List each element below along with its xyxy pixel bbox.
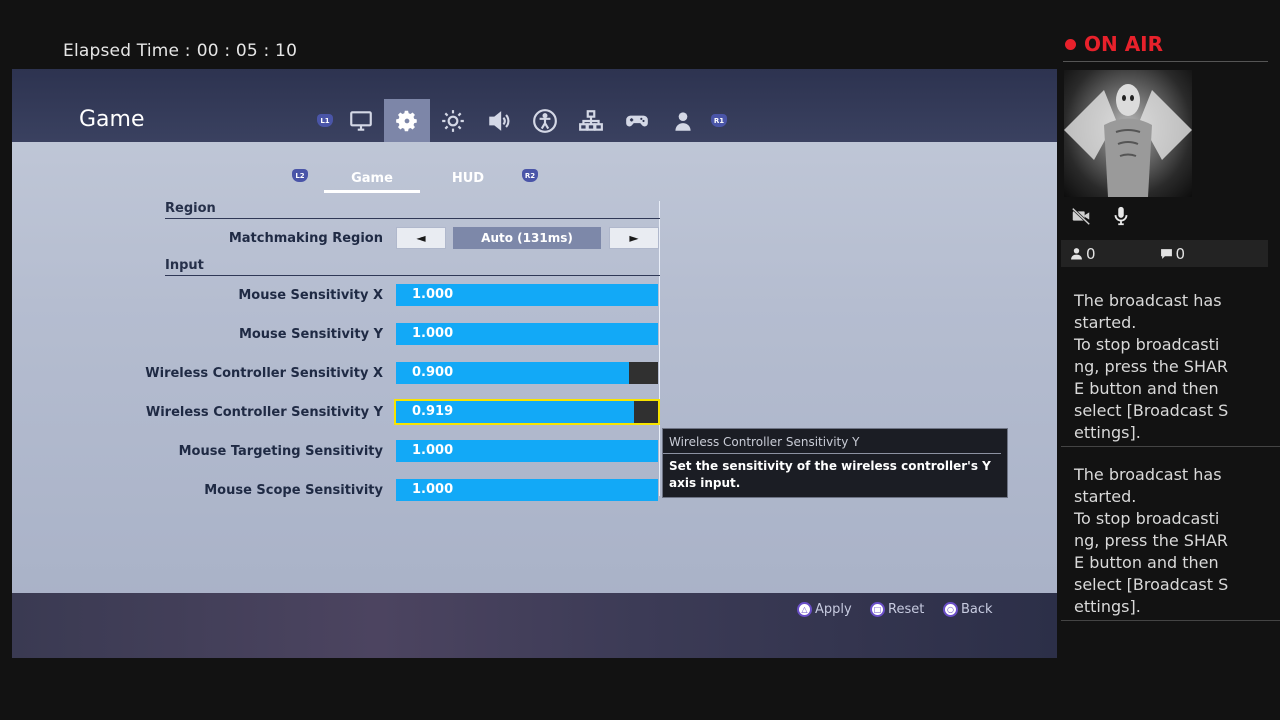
microphone-icon[interactable] <box>1110 205 1132 227</box>
account-icon <box>675 111 691 131</box>
shoulder-l1-hint[interactable]: L1 <box>312 99 338 142</box>
screen: Elapsed Time :00 : 05 : 10 Game L1 R1 L2… <box>0 0 1280 720</box>
controller-sensitivity-x-slider[interactable]: 0.900 <box>396 362 658 384</box>
game-settings-window: Game L1 R1 L2 Game HUD R2 Region Matchma… <box>12 69 1057 658</box>
viewer-count: 0 <box>1070 245 1096 263</box>
mouse-sensitivity-x-slider[interactable]: 1.000 <box>396 284 658 306</box>
triangle-button-icon: △ <box>797 602 812 617</box>
camera-off-icon[interactable] <box>1070 205 1092 227</box>
matchmaking-region-label: Matchmaking Region <box>228 231 383 246</box>
controller-sensitivity-y-label: Wireless Controller Sensitivity Y <box>145 405 383 420</box>
elapsed-value: 00 : 05 : 10 <box>196 41 298 61</box>
broadcast-stats: 0 0 <box>1061 240 1268 267</box>
controller-sensitivity-x-label: Wireless Controller Sensitivity X <box>145 366 383 381</box>
system-message: The broadcast has started. To stop broadc… <box>1074 465 1229 616</box>
monitor-icon <box>350 110 372 131</box>
matchmaking-region-value: Auto (131ms) <box>453 227 601 249</box>
message-divider <box>1061 446 1280 447</box>
tab-brightness[interactable] <box>430 99 476 142</box>
tab-input[interactable] <box>568 99 614 142</box>
mouse-scope-sensitivity-label: Mouse Scope Sensitivity <box>204 483 383 498</box>
mouse-targeting-sensitivity-label: Mouse Targeting Sensitivity <box>178 444 383 459</box>
message-divider <box>1061 620 1280 621</box>
slider-value: 1.000 <box>412 287 454 302</box>
shoulder-r1-hint[interactable]: R1 <box>706 99 732 142</box>
slider-value: 1.000 <box>412 326 454 341</box>
controller-icon <box>626 115 648 126</box>
elapsed-time: Elapsed Time :00 : 05 : 10 <box>63 41 297 61</box>
settings-tab-bar: L1 R1 <box>312 99 732 142</box>
page-title: Game <box>79 107 145 132</box>
mouse-sensitivity-y-label: Mouse Sensitivity Y <box>238 327 383 342</box>
tooltip-title: Wireless Controller Sensitivity Y <box>663 429 1001 454</box>
comment-count: 0 <box>1160 244 1186 263</box>
tab-controller[interactable] <box>614 99 660 142</box>
slider-value: 0.919 <box>412 404 454 419</box>
tab-game[interactable] <box>384 99 430 142</box>
person-icon <box>1071 248 1082 260</box>
broadcaster-avatar <box>1064 70 1192 197</box>
circle-button-icon: ○ <box>943 602 958 617</box>
tab-accessibility[interactable] <box>522 99 568 142</box>
controller-sensitivity-y-slider[interactable]: 0.919 <box>394 399 660 425</box>
square-button-icon: □ <box>870 602 885 617</box>
setting-tooltip: Wireless Controller Sensitivity Y Set th… <box>662 428 1008 498</box>
tab-account[interactable] <box>660 99 706 142</box>
elapsed-label: Elapsed Time : <box>63 41 191 61</box>
reset-button[interactable]: □ Reset <box>870 602 924 617</box>
gear-icon <box>396 110 417 131</box>
mouse-sensitivity-x-label: Mouse Sensitivity X <box>238 288 383 303</box>
slider-value: 1.000 <box>412 443 454 458</box>
region-next-button[interactable]: ► <box>609 227 659 249</box>
on-air-label: ON AIR <box>1084 32 1164 56</box>
accessibility-icon <box>533 108 557 133</box>
settings-divider <box>659 201 660 496</box>
network-icon <box>579 109 603 131</box>
r1-button-icon: R1 <box>711 114 727 127</box>
slider-value: 1.000 <box>412 482 454 497</box>
apply-button[interactable]: △ Apply <box>797 602 852 617</box>
back-button[interactable]: ○ Back <box>943 602 993 617</box>
section-input-header: Input <box>165 256 660 276</box>
l1-button-icon: L1 <box>317 114 333 127</box>
audio-icon <box>489 110 510 131</box>
subtab-game[interactable]: Game <box>324 165 420 193</box>
avatar-image <box>1064 84 1192 197</box>
media-controls <box>1070 205 1132 227</box>
tab-audio[interactable] <box>476 99 522 142</box>
subtab-hud[interactable]: HUD <box>420 165 516 193</box>
region-prev-button[interactable]: ◄ <box>396 227 446 249</box>
l2-button-icon[interactable]: L2 <box>292 169 308 182</box>
live-dot-icon <box>1065 38 1076 50</box>
on-air-indicator: ON AIR <box>1065 32 1163 56</box>
tooltip-body: Set the sensitivity of the wireless cont… <box>669 459 991 490</box>
r2-button-icon[interactable]: R2 <box>522 169 538 182</box>
subtab-bar: L2 Game HUD R2 <box>292 165 538 193</box>
speech-bubble-icon <box>1160 249 1172 259</box>
divider <box>1063 61 1268 62</box>
section-region-header: Region <box>165 199 660 219</box>
slider-value: 0.900 <box>412 365 454 380</box>
mouse-targeting-sensitivity-slider[interactable]: 1.000 <box>396 440 658 462</box>
mouse-scope-sensitivity-slider[interactable]: 1.000 <box>396 479 658 501</box>
comment-count-value: 0 <box>1175 244 1186 263</box>
apply-label: Apply <box>815 602 852 617</box>
reset-label: Reset <box>888 602 925 617</box>
viewer-count-value: 0 <box>1086 244 1096 263</box>
system-message: The broadcast has started. To stop broadc… <box>1074 291 1229 442</box>
mouse-sensitivity-y-slider[interactable]: 1.000 <box>396 323 658 345</box>
back-label: Back <box>961 602 993 617</box>
tab-video[interactable] <box>338 99 384 142</box>
brightness-icon <box>442 109 464 132</box>
